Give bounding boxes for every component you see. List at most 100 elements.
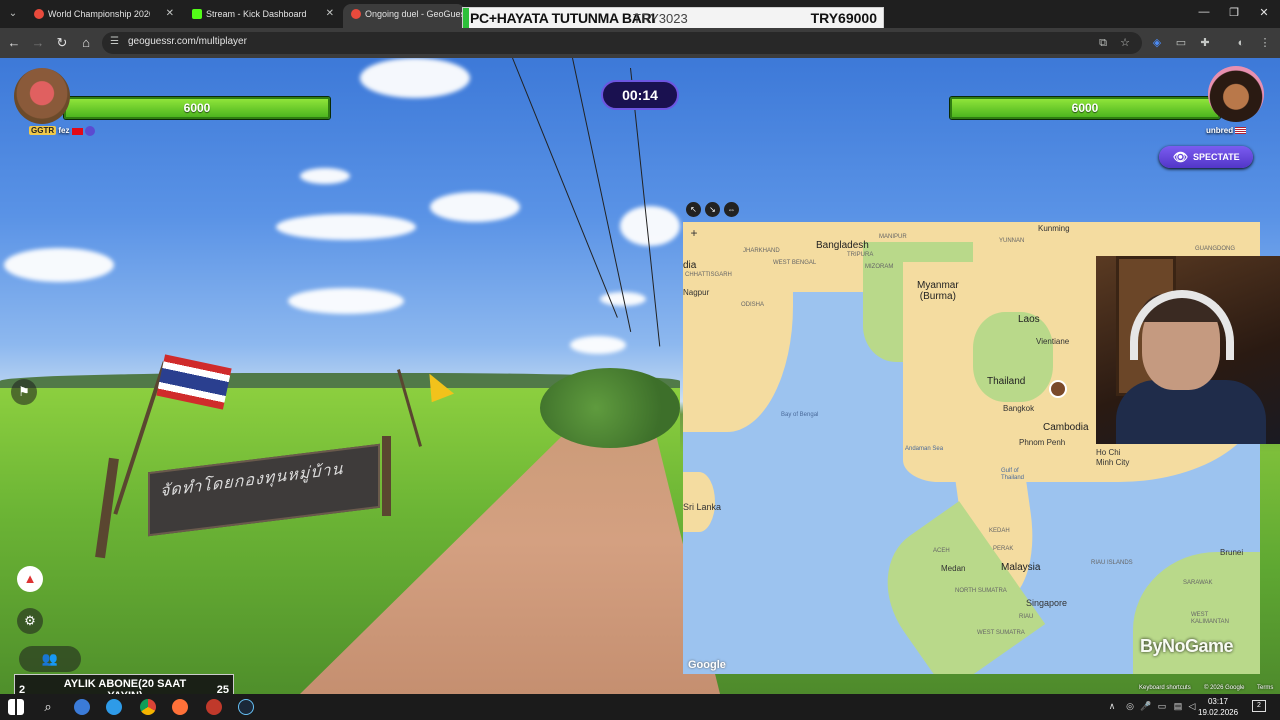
steam-icon[interactable] [238, 699, 254, 715]
label-west-sumatra: WEST SUMATRA [977, 630, 1025, 636]
edge-icon[interactable] [106, 699, 122, 715]
firefox-icon[interactable] [172, 699, 188, 715]
report-icon[interactable]: ⚑ [11, 379, 37, 405]
us-flag-icon [1235, 127, 1247, 135]
bookmark-star-icon[interactable]: ☆ [1118, 36, 1132, 50]
player-left-tag: GGTR fez [29, 126, 95, 136]
obs-icon[interactable] [206, 699, 222, 715]
map-terms[interactable]: Terms [1257, 685, 1273, 691]
chrome-icon[interactable] [140, 699, 156, 715]
map-pin-toggle-icon[interactable]: ⇔ [724, 202, 739, 217]
team-badge: GGTR [29, 126, 57, 136]
cloud [276, 214, 416, 240]
player-right-avatar[interactable] [1208, 66, 1264, 122]
compass-icon[interactable]: ▲ [17, 566, 43, 592]
player-guess-pin[interactable] [1049, 380, 1067, 398]
spectate-icon: 👁 [1173, 150, 1189, 164]
install-app-icon[interactable]: ⧉ [1096, 36, 1110, 50]
goal-target: TRY69000 [810, 10, 877, 26]
omnibox[interactable]: ☰ geoguessr.com/multiplayer [102, 32, 1142, 54]
label-cambodia: Cambodia [1043, 422, 1089, 433]
extension-icon[interactable]: ◈ [1150, 36, 1164, 50]
close-tab-icon[interactable]: ✕ [326, 4, 334, 24]
label-manipur: MANIPUR [879, 234, 907, 240]
spectate-label: SPECTATE [1193, 152, 1240, 162]
url-text: geoguessr.com/multiplayer [128, 36, 247, 47]
player-right-health-bar: 6000 [950, 97, 1220, 119]
label-north-sumatra: NORTH SUMATRA [955, 588, 1007, 594]
settings-gear-icon[interactable]: ⚙ [17, 608, 43, 634]
taskbar-app-icon[interactable] [74, 699, 90, 715]
forward-icon[interactable]: → [30, 35, 46, 51]
close-tab-icon[interactable]: ✕ [166, 4, 174, 24]
round-timer: 00:14 [601, 80, 679, 110]
label-vientiane: Vientiane [1036, 337, 1070, 346]
tray-expand-icon[interactable]: ∧ [1106, 700, 1118, 712]
windows-start-icon[interactable] [8, 699, 24, 715]
label-singapore: Singapore [1026, 598, 1068, 608]
home-icon[interactable]: ⌂ [78, 35, 94, 51]
label-myanmar: Myanmar (Burma) [917, 280, 959, 302]
goal-progress-fill [463, 8, 469, 28]
profile-icon[interactable]: ◐ [1234, 36, 1248, 50]
cloud [288, 288, 404, 314]
label-west-kalimantan: WEST KALIMANTAN [1191, 612, 1229, 625]
restore-icon[interactable]: ❐ [1224, 6, 1244, 19]
back-icon[interactable]: ← [6, 35, 22, 51]
tray-app-icon[interactable]: ◎ [1124, 700, 1136, 712]
map-keyboard-shortcuts[interactable]: Keyboard shortcuts [1139, 685, 1191, 691]
channel-watermark: ByNoGame [1140, 636, 1234, 656]
battery-icon[interactable]: ▭ [1156, 700, 1168, 712]
tab-title: Stream - Kick Dashboard [206, 9, 307, 19]
network-icon[interactable]: ▤ [1172, 700, 1184, 712]
notification-center-icon[interactable]: 2 [1252, 700, 1266, 712]
close-window-icon[interactable]: ✕ [1254, 6, 1274, 19]
player-left-avatar[interactable] [14, 68, 70, 124]
map-shrink-icon[interactable]: ↘ [705, 202, 720, 217]
label-west-bengal: WEST BENGAL [773, 260, 817, 266]
tab-ongoing-duel[interactable]: Ongoing duel - GeoGuessr [343, 4, 465, 28]
clock-time: 03:17 [1207, 697, 1229, 706]
label-odisha: ODISHA [741, 302, 765, 308]
kick-favicon-icon [192, 9, 202, 19]
browser-menu-icon[interactable]: ⋮ [1258, 36, 1272, 50]
label-chhattisgarh: CHHATTISGARH [685, 272, 732, 278]
label-aceh: ACEH [933, 548, 950, 554]
search-icon[interactable]: ⌕ [40, 699, 56, 715]
label-riau: RIAU [1019, 614, 1034, 620]
player-left-health-bar: 6000 [64, 97, 330, 119]
extensions-puzzle-icon[interactable]: ✚ [1198, 36, 1212, 50]
spectate-button[interactable]: 👁 SPECTATE [1159, 146, 1253, 168]
map-zoom-in-icon[interactable]: + [688, 227, 700, 239]
microphone-icon[interactable]: 🎤 [1140, 700, 1152, 712]
rank-icon [84, 126, 95, 136]
label-phnom-penh: Phnom Penh [1019, 438, 1066, 447]
site-info-icon[interactable]: ☰ [110, 36, 119, 47]
players-list-button[interactable]: 👥 [19, 646, 81, 672]
label-bay-of-bengal: Bay of Bengal [781, 412, 819, 418]
clock-date: 19.02.2026 [1198, 708, 1239, 717]
volume-icon[interactable]: ◁ [1186, 700, 1198, 712]
tab-world-championship[interactable]: World Championship 2026 - Ge ✕ [26, 4, 180, 28]
label-brunei: Brunei [1220, 548, 1244, 557]
tab-title: Ongoing duel - GeoGuessr [365, 9, 465, 19]
google-logo: Google [688, 659, 726, 671]
map-expand-icon[interactable]: ↖ [686, 202, 701, 217]
cloud [570, 336, 626, 354]
address-bar-row: ← → ↻ ⌂ ☰ geoguessr.com/multiplayer ⧉ ☆ … [0, 28, 1280, 58]
label-gulf-of-thailand: Gulf of Thailand [1001, 468, 1025, 481]
map-copyright: © 2026 Google [1204, 685, 1245, 691]
tab-search-icon[interactable]: ⌄ [4, 5, 22, 23]
cast-icon[interactable]: ▭ [1174, 36, 1188, 50]
system-clock[interactable]: 03:17 19.02.2026 [1198, 696, 1238, 718]
label-nagpur: Nagpur [683, 288, 710, 297]
player-right-health-value: 6000 [1071, 101, 1099, 115]
goal-current: TRY3023 [633, 11, 688, 26]
label-kedah: KEDAH [989, 528, 1010, 534]
reload-icon[interactable]: ↻ [54, 35, 70, 51]
player-right-tag: unbred [1206, 126, 1247, 135]
label-sarawak: SARAWAK [1183, 580, 1213, 586]
cloud [300, 168, 350, 184]
tab-kick-dashboard[interactable]: Stream - Kick Dashboard ✕ [184, 4, 340, 28]
minimize-icon[interactable]: — [1194, 6, 1214, 18]
